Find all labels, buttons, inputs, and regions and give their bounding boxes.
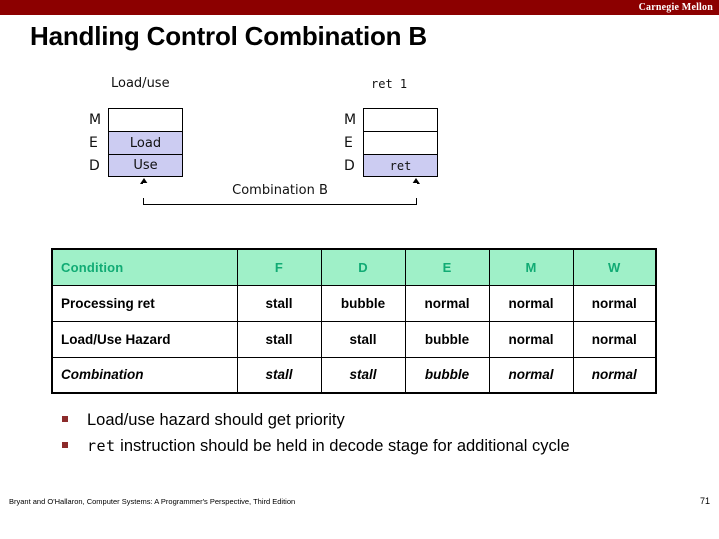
left-group-caption: Load/use xyxy=(111,76,170,91)
bullet-plain-text: Load/use hazard should get priority xyxy=(87,411,345,429)
table-row: Processing ret stall bubble normal norma… xyxy=(51,284,657,322)
row-value-w: normal xyxy=(572,320,657,358)
bullet-list: Load/use hazard should get priority ret … xyxy=(62,409,702,461)
stage-letter-e: E xyxy=(89,134,98,151)
stage-row: M xyxy=(343,108,438,131)
row-value-m: normal xyxy=(488,320,574,358)
stage-cell-e: Load xyxy=(108,131,183,154)
connector-horizontal-line xyxy=(143,204,417,205)
stage-letter-d: D xyxy=(344,157,355,174)
column-header-d: D xyxy=(320,248,406,286)
stage-cell-e xyxy=(363,131,438,154)
column-header-f: F xyxy=(236,248,322,286)
row-value-f: stall xyxy=(236,356,322,394)
combination-connector: Combination B xyxy=(140,178,420,205)
top-banner: Carnegie Mellon xyxy=(0,0,719,15)
row-condition-label: Processing ret xyxy=(51,284,238,322)
column-header-w: W xyxy=(572,248,657,286)
connector-label: Combination B xyxy=(143,183,417,198)
column-header-condition: Condition xyxy=(51,248,238,286)
stage-row: D ret xyxy=(343,154,438,177)
row-value-w: normal xyxy=(572,284,657,322)
stage-row: M xyxy=(88,108,183,131)
hazard-condition-table: Condition F D E M W Processing ret stall… xyxy=(51,248,657,394)
row-value-d: bubble xyxy=(320,284,406,322)
row-value-f: stall xyxy=(236,284,322,322)
stage-row: E Load xyxy=(88,131,183,154)
row-condition-label: Combination xyxy=(51,356,238,394)
table-row: Combination stall stall bubble normal no… xyxy=(51,356,657,394)
row-value-d: stall xyxy=(320,320,406,358)
stage-row: E xyxy=(343,131,438,154)
table-row: Load/Use Hazard stall stall bubble norma… xyxy=(51,320,657,358)
left-stage-group: M E Load D Use xyxy=(88,108,183,177)
right-group-caption: ret 1 xyxy=(371,77,408,91)
carnegie-mellon-brand-text: Carnegie Mellon xyxy=(638,2,713,13)
pipeline-diagram: Load/use ret 1 M E Load D Use M E D ret xyxy=(0,76,719,211)
stage-cell-d: ret xyxy=(363,154,438,177)
stage-row: D Use xyxy=(88,154,183,177)
row-value-f: stall xyxy=(236,320,322,358)
row-value-e: bubble xyxy=(404,356,490,394)
bullet-code-token: ret xyxy=(87,437,116,455)
column-header-m: M xyxy=(488,248,574,286)
square-bullet-icon xyxy=(62,442,68,448)
footer-citation: Bryant and O'Hallaron, Computer Systems:… xyxy=(9,497,296,506)
stage-cell-d: Use xyxy=(108,154,183,177)
bullet-text: ret instruction should be held in decode… xyxy=(87,435,570,457)
square-bullet-icon xyxy=(62,416,68,422)
row-value-m: normal xyxy=(488,284,574,322)
stage-letter-m: M xyxy=(344,111,357,128)
stage-letter-e: E xyxy=(344,134,353,151)
list-item: Load/use hazard should get priority xyxy=(62,409,702,431)
stage-letter-d: D xyxy=(89,157,100,174)
page-title: Handling Control Combination B xyxy=(30,21,427,51)
list-item: ret instruction should be held in decode… xyxy=(62,435,702,457)
row-value-e: normal xyxy=(404,284,490,322)
column-header-e: E xyxy=(404,248,490,286)
footer-page-number: 71 xyxy=(699,496,710,506)
stage-letter-m: M xyxy=(89,111,102,128)
bullet-plain-text: instruction should be held in decode sta… xyxy=(115,437,570,455)
stage-cell-m xyxy=(363,108,438,131)
bullet-text: Load/use hazard should get priority xyxy=(87,409,345,431)
stage-cell-m xyxy=(108,108,183,131)
table-header-row: Condition F D E M W xyxy=(51,248,657,286)
row-value-e: bubble xyxy=(404,320,490,358)
row-value-m: normal xyxy=(488,356,574,394)
row-condition-label: Load/Use Hazard xyxy=(51,320,238,358)
right-stage-group: M E D ret xyxy=(343,108,438,177)
row-value-w: normal xyxy=(572,356,657,394)
row-value-d: stall xyxy=(320,356,406,394)
